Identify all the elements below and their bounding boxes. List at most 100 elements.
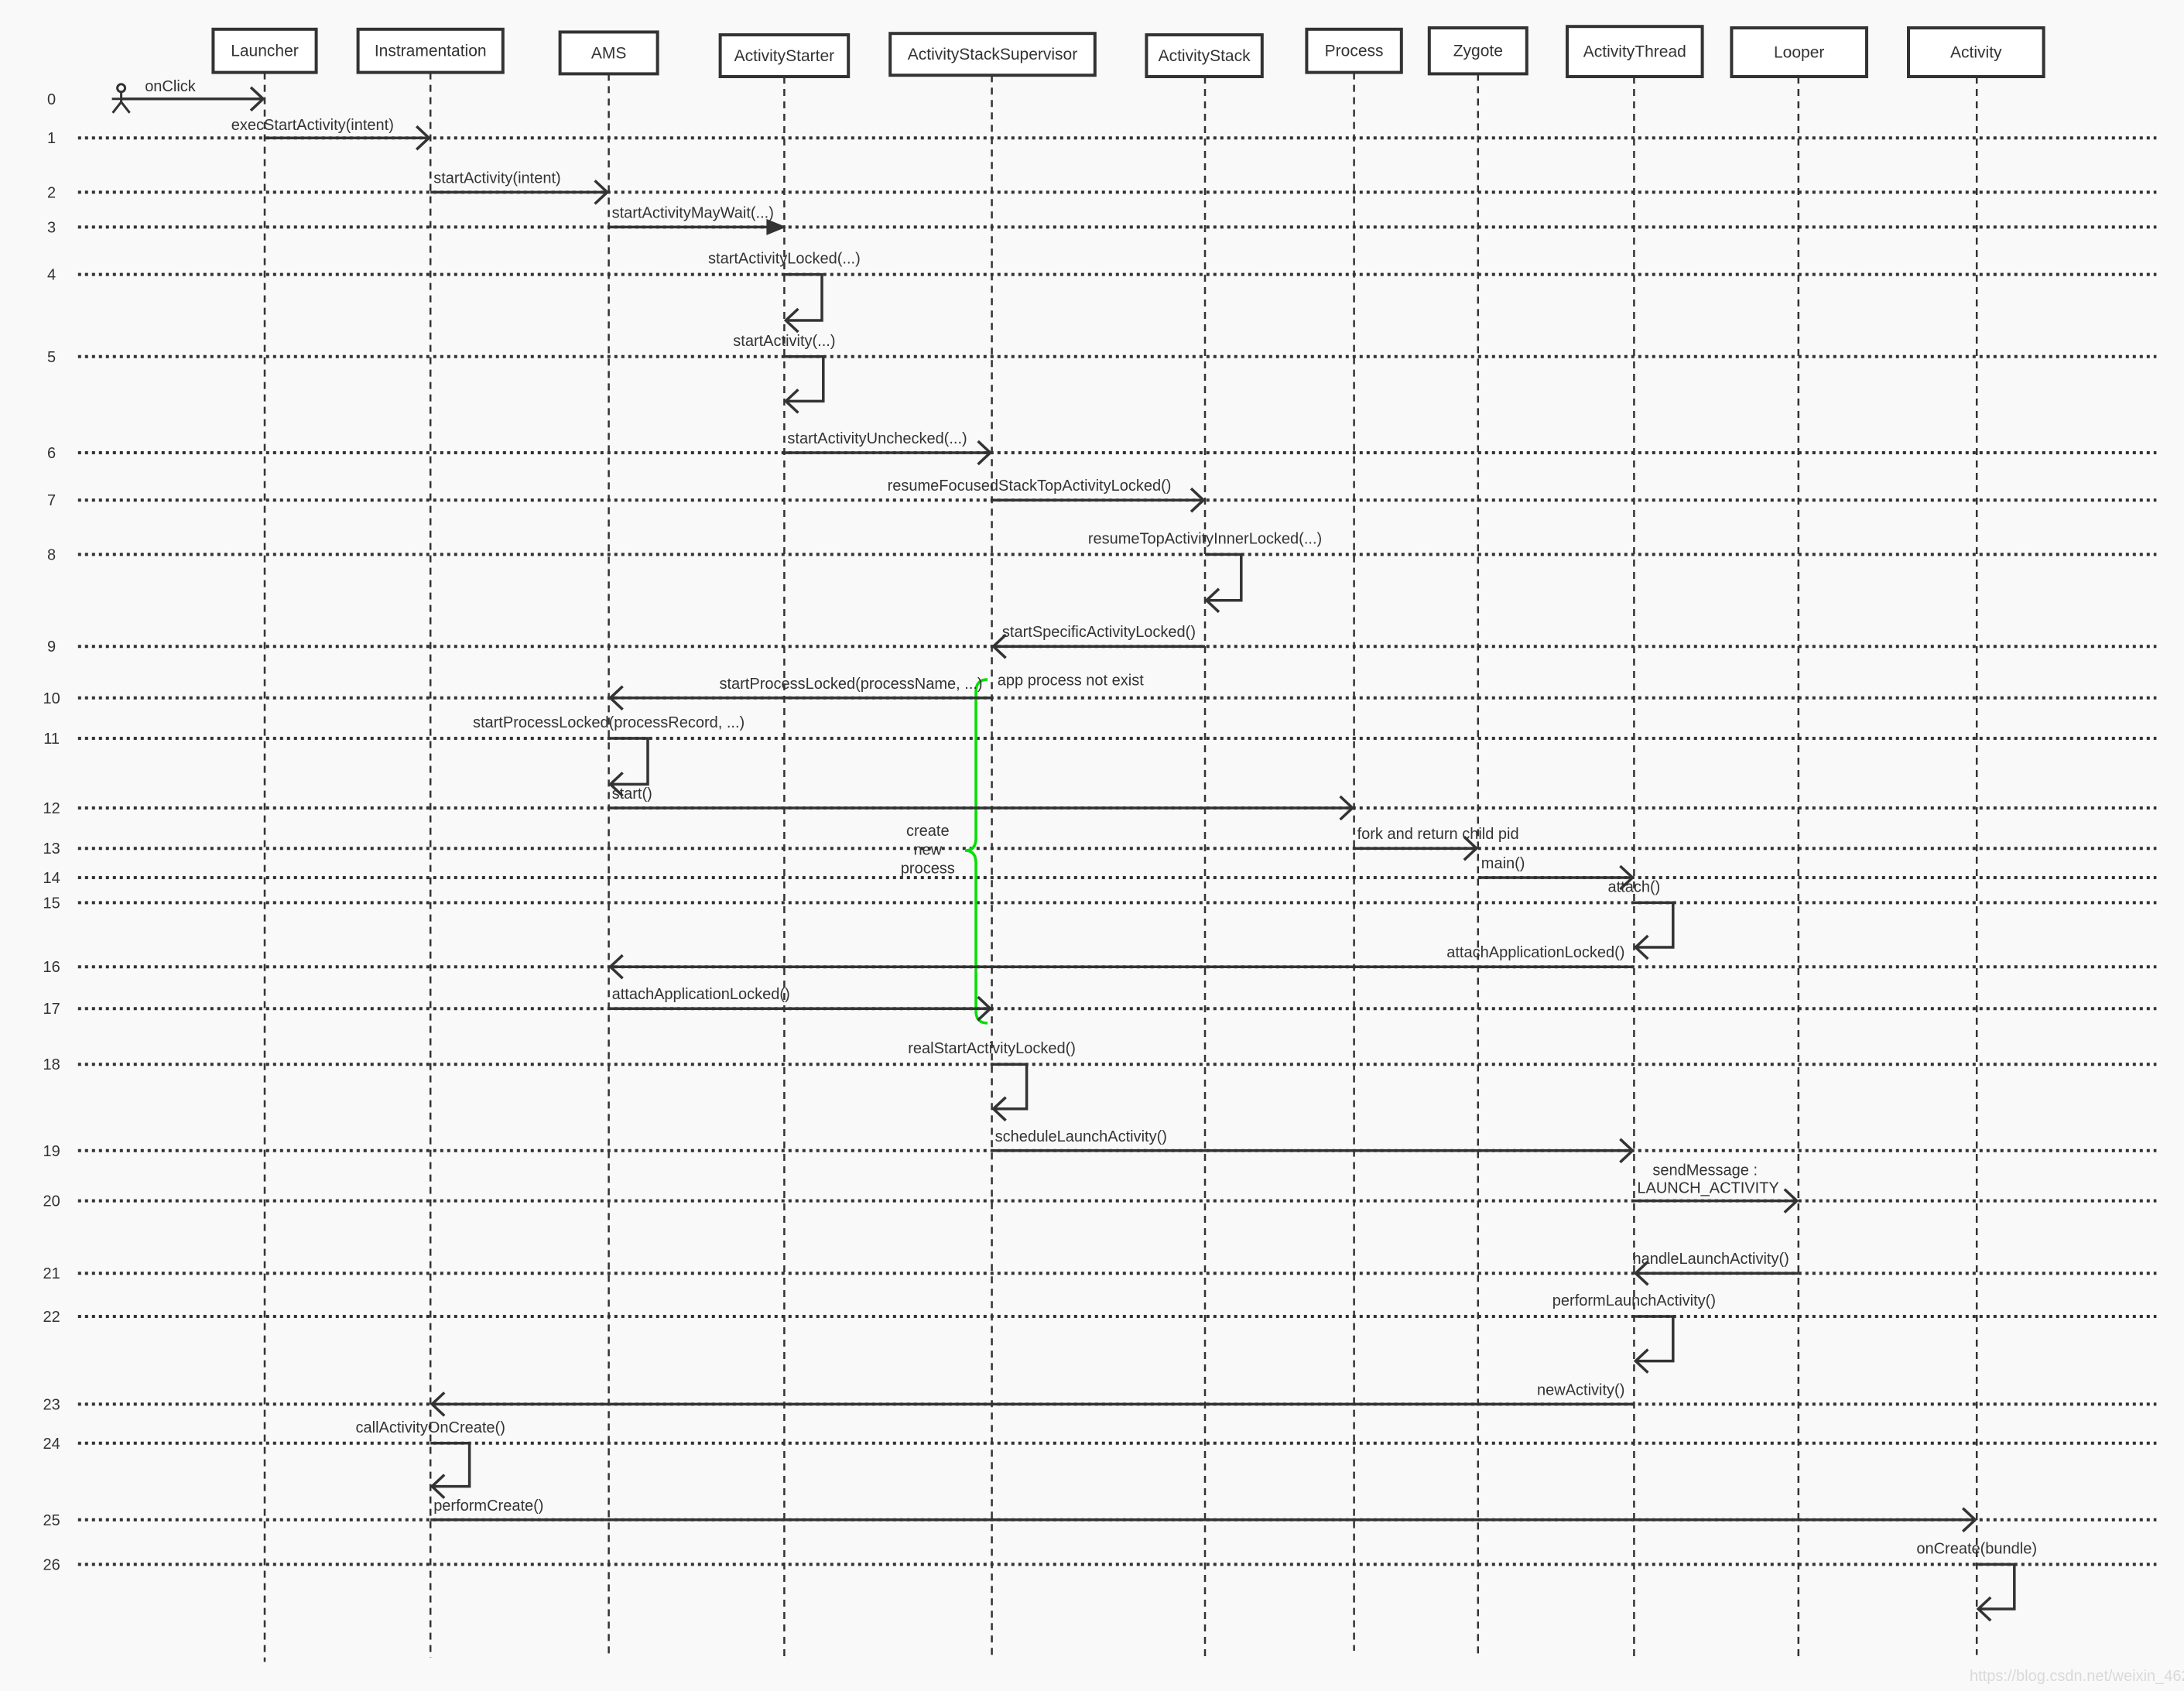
step-row: 15 — [43, 895, 2157, 912]
message-23: newActivity() — [430, 1381, 1635, 1417]
step-row: 18 — [43, 1056, 2157, 1073]
message-0: onClick — [121, 78, 265, 112]
step-rows: 0123456789101112131415161718192021222324… — [43, 91, 2157, 1573]
participant-label: ActivityStackSupervisor — [908, 46, 1077, 63]
self-call-line — [430, 1442, 471, 1488]
step-number: 15 — [43, 895, 60, 912]
brace-shape — [964, 678, 988, 1025]
message-label: handleLaunchActivity() — [1632, 1251, 1789, 1268]
self-call-line — [608, 737, 649, 786]
message-label: LAUNCH_ACTIVITY — [1637, 1180, 1778, 1197]
message-label: main() — [1481, 855, 1525, 872]
participant-label: Activity — [1950, 44, 2002, 62]
participant-label: ActivityStack — [1159, 47, 1251, 65]
self-call-line — [1634, 1315, 1675, 1363]
message-9: startSpecificActivityLocked() — [991, 624, 1205, 659]
step-number: 26 — [43, 1556, 60, 1573]
message-label: fork and return child pid — [1357, 826, 1519, 843]
message-label: startSpecificActivityLocked() — [1002, 624, 1196, 641]
participant-label: Launcher — [231, 43, 299, 60]
message-21: handleLaunchActivity() — [1632, 1251, 1799, 1286]
message-label: performLaunchActivity() — [1552, 1292, 1716, 1309]
arrowhead — [766, 218, 787, 235]
lifelines — [263, 72, 1978, 1662]
step-row: 22 — [43, 1309, 2157, 1326]
message-10: startProcessLocked(processName, ...) — [608, 676, 992, 711]
create-process-brace: app process not exist createnew process — [901, 673, 1144, 1025]
step-number: 22 — [43, 1309, 60, 1326]
step-number: 4 — [47, 267, 56, 284]
step-row: 6 — [47, 445, 2157, 462]
participant-instr: Instramentation — [356, 27, 505, 74]
step-number: 0 — [47, 91, 56, 108]
message-label: start() — [612, 786, 652, 803]
participant-label: ActivityThread — [1583, 43, 1686, 61]
self-call-line — [784, 355, 825, 403]
step-number: 3 — [47, 219, 56, 236]
user-actor — [111, 83, 131, 114]
message-16: attachApplicationLocked() — [608, 944, 1635, 980]
step-number: 24 — [43, 1436, 60, 1453]
step-row: 2 — [47, 184, 2157, 201]
step-number: 9 — [47, 638, 56, 656]
participant-label: Looper — [1774, 44, 1824, 62]
message-label: scheduleLaunchActivity() — [995, 1128, 1167, 1145]
condition-note: app process not exist — [998, 673, 1144, 690]
participant-label: AMS — [591, 44, 627, 62]
message-label: sendMessage : — [1652, 1162, 1758, 1179]
message-label: resumeFocusedStackTopActivityLocked() — [888, 478, 1172, 495]
brace-note-line: create — [906, 823, 950, 840]
step-row: 24 — [43, 1436, 2157, 1453]
step-row: 0 — [47, 91, 56, 108]
message-12: start() — [608, 786, 1355, 821]
step-number: 13 — [43, 840, 60, 857]
step-number: 18 — [43, 1056, 60, 1073]
message-label: resumeTopActivityInnerLocked(...) — [1088, 530, 1322, 547]
participant-label: Zygote — [1453, 43, 1503, 60]
participant-stack: ActivityStack — [1145, 33, 1264, 78]
message-label: newActivity() — [1537, 1381, 1624, 1398]
step-row: 13 — [43, 840, 2157, 857]
message-6: startActivityUnchecked(...) — [784, 430, 993, 466]
brace-note-line: process — [901, 861, 955, 878]
message-7: resumeFocusedStackTopActivityLocked() — [888, 478, 1206, 513]
participant-activity: Activity — [1907, 26, 2045, 78]
message-24: callActivityOnCreate() — [356, 1419, 505, 1499]
self-call-line — [784, 272, 823, 322]
message-1: execStartActivity(intent) — [231, 117, 431, 151]
step-row: 20 — [43, 1193, 2157, 1210]
step-row: 11 — [43, 731, 2157, 748]
participant-launcher: Launcher — [211, 27, 318, 74]
step-number: 12 — [43, 800, 60, 817]
message-19: scheduleLaunchActivity() — [991, 1128, 1635, 1164]
step-row: 14 — [43, 870, 2157, 887]
message-label: startActivityUnchecked(...) — [787, 430, 967, 447]
message-20: sendMessage :LAUNCH_ACTIVITY — [1634, 1162, 1799, 1213]
message-label: onClick — [145, 78, 197, 95]
step-number: 11 — [43, 731, 60, 748]
watermark-text: https://blog.csdn.net/weixin_46221133 — [1970, 1668, 2184, 1685]
message-label: callActivityOnCreate() — [356, 1419, 505, 1436]
message-label: startActivity(intent) — [433, 169, 560, 187]
self-call-line — [1977, 1563, 2016, 1611]
step-number: 2 — [47, 184, 56, 201]
message-label: startActivityLocked(...) — [708, 251, 861, 268]
step-number: 14 — [43, 870, 60, 887]
self-call-line — [1205, 553, 1243, 602]
step-number: 10 — [43, 690, 60, 707]
actor-icon — [111, 83, 131, 114]
step-row: 10 — [43, 690, 2157, 707]
message-label: startProcessLocked(processRecord, ...) — [473, 714, 745, 731]
step-number: 7 — [47, 492, 56, 509]
step-number: 23 — [43, 1396, 60, 1413]
participant-ams: AMS — [558, 30, 659, 76]
participant-looper: Looper — [1730, 26, 1868, 78]
message-label: execStartActivity(intent) — [231, 117, 394, 134]
self-call-line — [991, 1063, 1029, 1111]
message-label: performCreate() — [433, 1498, 543, 1515]
message-label: attachApplicationLocked() — [1446, 944, 1624, 961]
step-number: 25 — [43, 1512, 60, 1529]
brace-note-line: new — [913, 841, 942, 858]
messages: onClick execStartActivity(intent) startAct… — [121, 78, 2037, 1622]
step-number: 8 — [47, 546, 56, 563]
